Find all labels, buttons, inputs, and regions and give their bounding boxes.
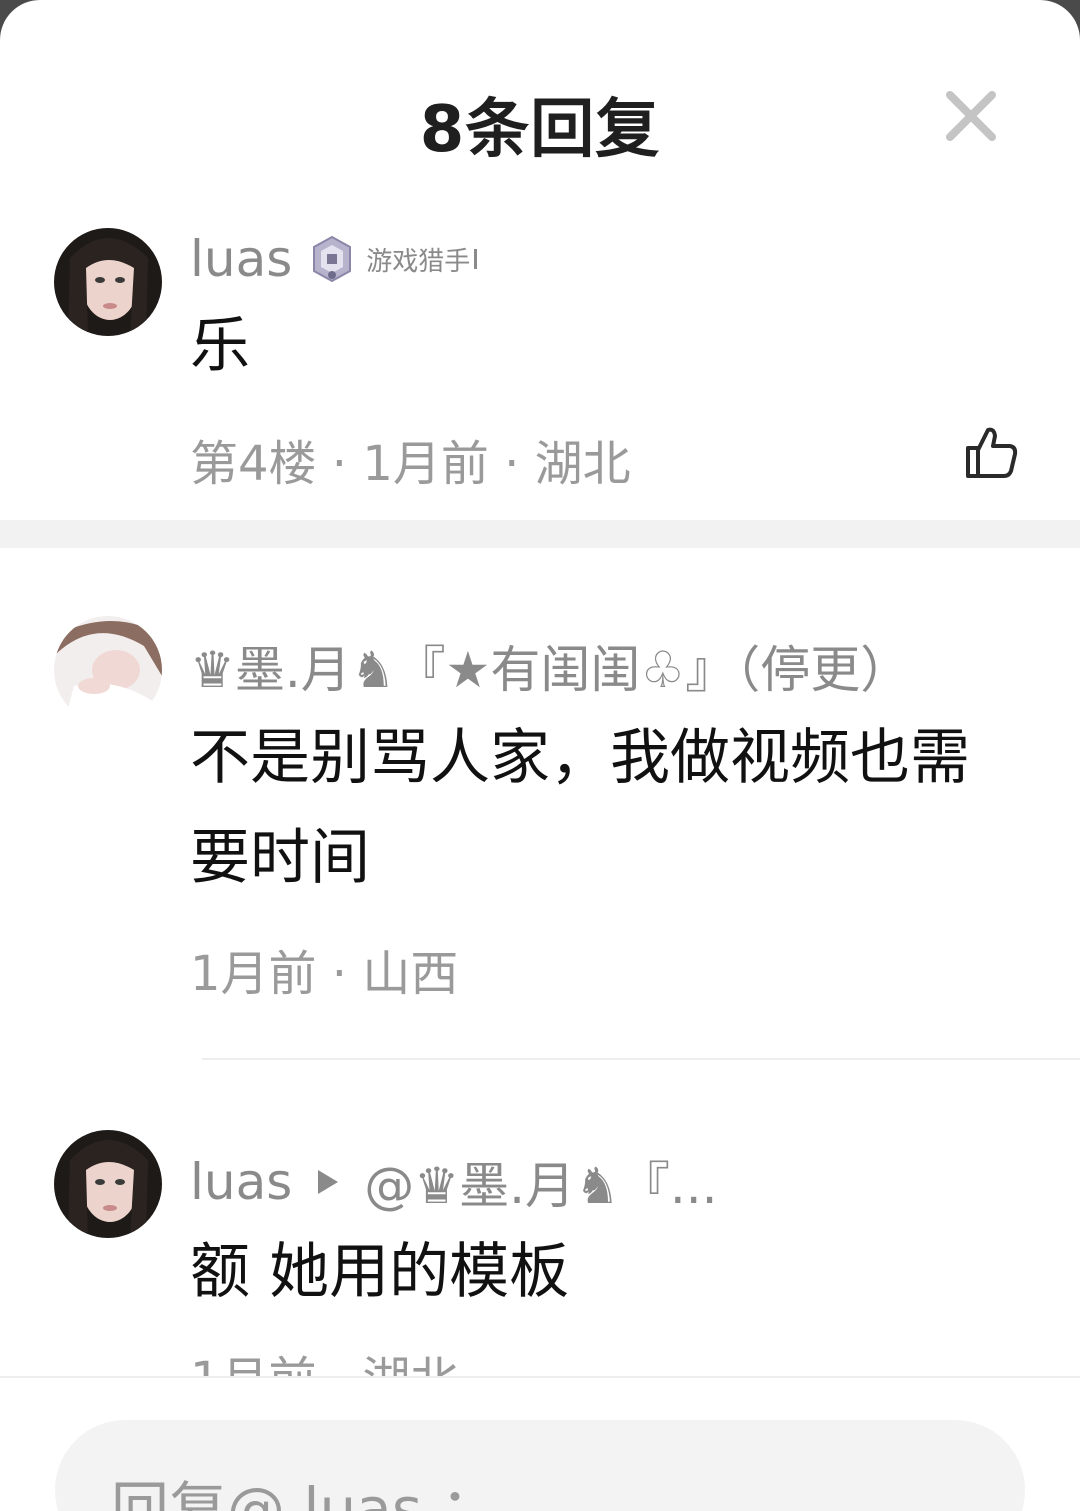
section-separator [0, 520, 1080, 548]
content-line: 要时间 [190, 823, 370, 893]
content-line: 不是别骂人家，我做视频也需 [190, 723, 970, 793]
comment-header: luas @♛墨.月♞『... [190, 1146, 718, 1218]
avatar[interactable] [54, 1130, 162, 1238]
reply-target[interactable]: @♛墨.月♞『... [364, 1146, 717, 1218]
sheet-header: 8条回复 [0, 0, 1080, 200]
username[interactable]: luas [190, 1153, 292, 1211]
reply-sheet: 8条回复 luas 游戏猎手 乐 第4楼 · 1月前 · 湖北 ♛墨.月♞『★有… [0, 0, 1080, 1511]
reply-arrow-icon [318, 1170, 339, 1194]
thumbs-up-icon[interactable] [962, 424, 1020, 480]
comment-content: 不是别骂人家，我做视频也需 要时间 [190, 708, 970, 908]
comment-content: 额 她用的模板 [190, 1237, 570, 1307]
comment-content: 乐 [190, 311, 250, 381]
badge-divider [474, 249, 478, 269]
comment-header: ♛墨.月♞『★有闺闺♧』（停更） [190, 630, 910, 702]
sheet-title: 8条回复 [419, 93, 661, 167]
reply-input[interactable]: 回复@ luas ： [55, 1420, 1025, 1511]
comment-header: luas 游戏猎手 [190, 230, 478, 288]
divider [202, 1058, 1080, 1060]
reply-bar: 回复@ luas ： [0, 1376, 1080, 1511]
comment-meta: 1月前 · 山西 [190, 946, 459, 1002]
comment-meta: 第4楼 · 1月前 · 湖北 [190, 436, 631, 492]
close-icon[interactable] [940, 85, 1002, 147]
username[interactable]: ♛墨.月♞『★有闺闺♧』（停更） [190, 630, 910, 702]
username[interactable]: luas [190, 230, 292, 288]
avatar-image [54, 1130, 162, 1238]
avatar[interactable] [54, 616, 162, 724]
avatar-image [54, 228, 162, 336]
avatar-image [54, 616, 162, 724]
badge-label: 游戏猎手 [366, 246, 471, 277]
avatar[interactable] [54, 228, 162, 336]
badge-icon [313, 235, 352, 283]
